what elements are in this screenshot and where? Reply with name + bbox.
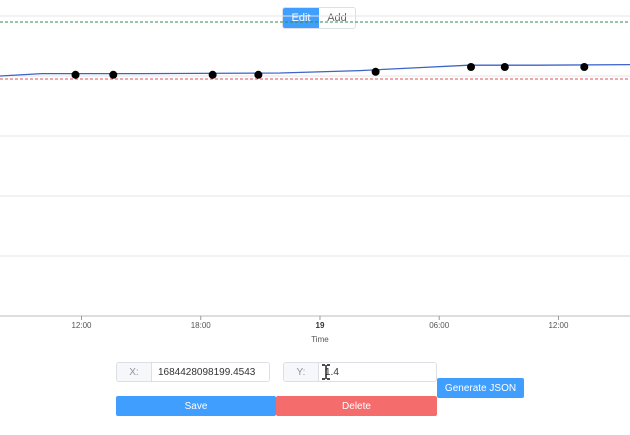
y-input[interactable] [319, 363, 436, 381]
x-tick-label: 12:00 [71, 321, 92, 330]
x-tick-label: 12:00 [548, 321, 569, 330]
series-line [0, 63, 630, 77]
data-point[interactable] [254, 70, 263, 79]
y-field: Y: [283, 362, 437, 382]
data-point[interactable] [71, 70, 80, 79]
x-tick-label: 19 [316, 321, 325, 330]
text-cursor-icon [322, 364, 330, 380]
x-input[interactable] [152, 363, 269, 381]
time-series-chart: 12:00 18:00 19 06:00 12:00 Time [0, 15, 630, 344]
data-point[interactable] [109, 70, 118, 79]
data-point[interactable] [500, 63, 509, 71]
data-point[interactable] [580, 63, 589, 71]
x-tick-label: 18:00 [191, 321, 212, 330]
save-button[interactable]: Save [116, 396, 276, 416]
delete-button[interactable]: Delete [276, 396, 437, 416]
generate-json-button[interactable]: Generate JSON [437, 378, 524, 398]
x-field-prefix: X: [117, 363, 152, 381]
x-field: X: [116, 362, 270, 382]
y-field-prefix: Y: [284, 363, 319, 381]
data-point[interactable] [208, 70, 217, 79]
data-point[interactable] [371, 67, 380, 76]
x-tick-label: 06:00 [429, 321, 450, 330]
x-axis-label: Time [311, 335, 329, 344]
data-point[interactable] [467, 63, 476, 71]
